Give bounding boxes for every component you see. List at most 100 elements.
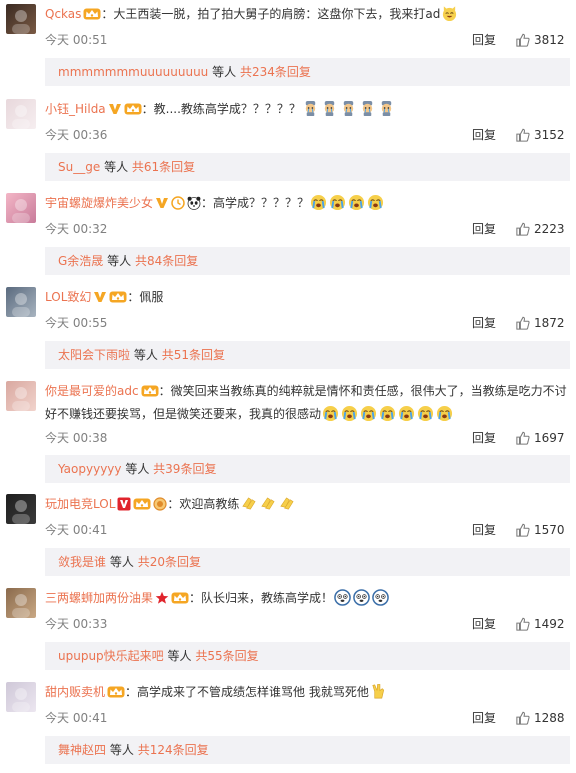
comment-body: 甜内贩卖机 ：高学成来了不管成绩怎样谁骂他 我就骂死他	[45, 682, 567, 706]
vip-crown-icon	[171, 591, 189, 611]
sub-replies-box[interactable]: 敛我是谁 等人 共20条回复	[45, 548, 570, 576]
sub-replies-box[interactable]: 太阳会下雨啦 等人 共51条回复	[45, 341, 570, 369]
like-count: 1570	[534, 523, 565, 537]
thumb-up-icon	[516, 431, 530, 445]
sub-reply-count-link[interactable]: 共61条回复	[132, 160, 195, 174]
vip-crown-icon	[107, 685, 125, 705]
thumb-up-icon	[516, 128, 530, 142]
comment-body: 玩加电竞LOL ：欢迎高教练	[45, 494, 567, 518]
sub-replies-box[interactable]: Yaopyyyyy 等人 共39条回复	[45, 455, 570, 483]
crying-face-emoji	[436, 405, 453, 428]
vip-crown-icon	[133, 497, 151, 517]
like-button[interactable]: 1872	[516, 315, 565, 331]
clock-badge-icon	[171, 196, 185, 216]
reply-button[interactable]: 回复	[472, 710, 496, 726]
crying-face-emoji	[367, 194, 384, 217]
vip-crown-icon	[109, 290, 127, 310]
comment-text: ：队长归来，教练高学成！	[189, 591, 334, 605]
avatar[interactable]	[6, 682, 36, 712]
sub-reply-count-link[interactable]: 共84条回复	[135, 254, 198, 268]
username-link[interactable]: 小钰_Hilda	[45, 102, 106, 116]
comment-body: 宇宙螺旋爆炸美少女 ：高学成？？？？？	[45, 193, 567, 217]
username-link[interactable]: 玩加电竞LOL	[45, 497, 115, 511]
others-label: 等人	[107, 254, 132, 268]
username-link[interactable]: 宇宙螺旋爆炸美少女	[45, 196, 153, 210]
crying-doll-emoji	[359, 100, 376, 123]
sub-reply-user-link[interactable]: 敛我是谁	[58, 555, 106, 569]
reply-button[interactable]: 回复	[472, 32, 496, 48]
username-link[interactable]: 三两螺蛳加两份油果	[45, 591, 153, 605]
others-label: 等人	[125, 462, 150, 476]
clapping-emoji	[240, 495, 257, 518]
like-button[interactable]: 3812	[516, 32, 565, 48]
avatar[interactable]	[6, 193, 36, 223]
timestamp: 今天 00:33	[45, 617, 108, 631]
vip-crown-icon	[124, 102, 142, 122]
crying-face-emoji	[398, 405, 415, 428]
reply-button[interactable]: 回复	[472, 616, 496, 632]
sub-reply-count-link[interactable]: 共51条回复	[162, 348, 225, 362]
sub-reply-user-link[interactable]: mmmmmmmuuuuuuuuu	[58, 65, 208, 79]
username-link[interactable]: 甜内贩卖机	[45, 685, 105, 699]
avatar[interactable]	[6, 588, 36, 618]
reply-button[interactable]: 回复	[472, 221, 496, 237]
sub-reply-user-link[interactable]: upupup快乐起来吧	[58, 649, 164, 663]
timestamp: 今天 00:55	[45, 316, 108, 330]
sub-reply-count-link[interactable]: 共39条回复	[153, 462, 216, 476]
clapping-emoji	[278, 495, 295, 518]
sub-reply-count-link[interactable]: 共55条回复	[195, 649, 258, 663]
avatar[interactable]	[6, 287, 36, 317]
sub-reply-user-link[interactable]: 舞神赵四	[58, 743, 106, 757]
avatar[interactable]	[6, 4, 36, 34]
panda-badge-icon	[187, 196, 201, 216]
others-label: 等人	[109, 743, 134, 757]
reply-button[interactable]: 回复	[472, 430, 496, 446]
sub-replies-box[interactable]: 舞神赵四 等人 共124条回复	[45, 736, 570, 764]
others-label: 等人	[133, 348, 158, 362]
comment-text: ：佩服	[127, 290, 164, 304]
avatar[interactable]	[6, 381, 36, 411]
username-link[interactable]: Qckas	[45, 7, 81, 21]
like-button[interactable]: 2223	[516, 221, 565, 237]
sub-reply-count-link[interactable]: 共124条回复	[138, 743, 209, 757]
like-button[interactable]: 3152	[516, 127, 565, 143]
sub-replies-box[interactable]: Su__ge 等人 共61条回复	[45, 153, 570, 181]
crying-face-emoji	[341, 405, 358, 428]
verified-v-icon	[93, 290, 107, 310]
comment-body: 三两螺蛳加两份油果 ：队长归来，教练高学成！	[45, 588, 567, 612]
reply-button[interactable]: 回复	[472, 315, 496, 331]
like-count: 1492	[534, 617, 565, 631]
avatar[interactable]	[6, 99, 36, 129]
like-count: 1697	[534, 431, 565, 445]
avatar[interactable]	[6, 494, 36, 524]
comment-text: ：大王西装一脱，拍了拍大舅子的肩膀：这盘你下去，我来打ad	[101, 7, 441, 21]
sub-reply-count-link[interactable]: 共234条回复	[240, 65, 311, 79]
username-link[interactable]: LOL致幻	[45, 290, 91, 304]
like-button[interactable]: 1288	[516, 710, 565, 726]
crying-doll-emoji	[302, 100, 319, 123]
comment-text: ：教....教练高学成？？？？？	[141, 102, 301, 116]
victory-hand-emoji	[370, 683, 387, 706]
like-count: 1872	[534, 316, 565, 330]
timestamp: 今天 00:32	[45, 222, 108, 236]
like-button[interactable]: 1492	[516, 616, 565, 632]
sub-replies-box[interactable]: upupup快乐起来吧 等人 共55条回复	[45, 642, 570, 670]
sub-reply-user-link[interactable]: Su__ge	[58, 160, 100, 174]
vip-crown-icon	[141, 384, 159, 404]
sub-reply-count-link[interactable]: 共20条回复	[138, 555, 201, 569]
medal-badge-icon	[153, 497, 167, 517]
sub-reply-user-link[interactable]: Yaopyyyyy	[58, 462, 122, 476]
sub-replies-box[interactable]: G余浩晟 等人 共84条回复	[45, 247, 570, 275]
sub-reply-user-link[interactable]: G余浩晟	[58, 254, 103, 268]
like-button[interactable]: 1570	[516, 522, 565, 538]
doge-emoji	[334, 589, 351, 612]
verified-v-icon	[155, 196, 169, 216]
username-link[interactable]: 你是最可爱的adc	[45, 384, 139, 398]
sub-replies-box[interactable]: mmmmmmmuuuuuuuuu 等人 共234条回复	[45, 58, 570, 86]
reply-button[interactable]: 回复	[472, 127, 496, 143]
others-label: 等人	[167, 649, 192, 663]
verified-v-icon	[108, 102, 122, 122]
sub-reply-user-link[interactable]: 太阳会下雨啦	[58, 348, 130, 362]
reply-button[interactable]: 回复	[472, 522, 496, 538]
like-button[interactable]: 1697	[516, 430, 565, 446]
